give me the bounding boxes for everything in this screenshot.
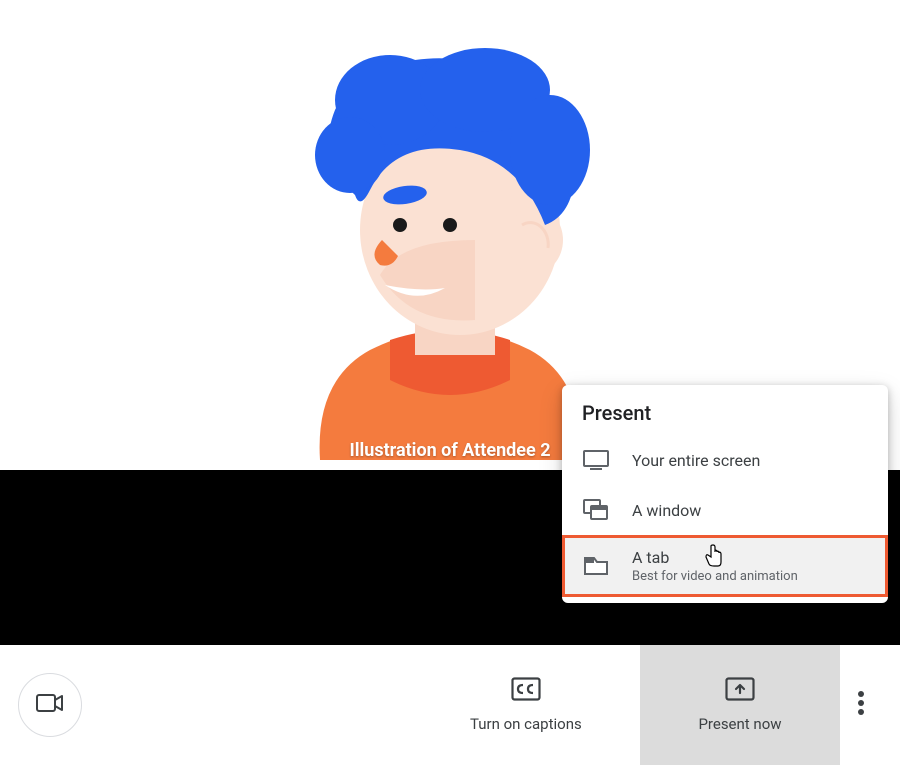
- video-camera-icon: [36, 693, 64, 717]
- present-option-window[interactable]: A window: [562, 485, 888, 535]
- monitor-icon: [582, 448, 610, 472]
- present-menu-title: Present: [562, 401, 888, 435]
- more-options-button[interactable]: [847, 680, 875, 730]
- present-option-label: A window: [632, 501, 701, 520]
- cursor-pointer-icon: [704, 544, 724, 572]
- tab-icon: [582, 554, 610, 578]
- closed-captions-icon: [511, 677, 541, 705]
- present-option-label: Your entire screen: [632, 451, 760, 470]
- present-screen-icon: [725, 677, 755, 705]
- present-now-button[interactable]: Present now: [640, 645, 840, 765]
- present-menu: Present Your entire screen A window: [562, 385, 888, 603]
- present-option-tab[interactable]: A tab Best for video and animation: [562, 535, 888, 597]
- bottom-toolbar: Turn on captions Present now: [0, 645, 900, 765]
- window-icon: [582, 498, 610, 522]
- more-vertical-icon: [857, 701, 865, 720]
- captions-label: Turn on captions: [470, 715, 582, 733]
- avatar-caption: Illustration of Attendee 2: [349, 440, 550, 461]
- present-option-entire-screen[interactable]: Your entire screen: [562, 435, 888, 485]
- camera-toggle-button[interactable]: [18, 673, 82, 737]
- present-now-label: Present now: [698, 715, 781, 733]
- captions-button[interactable]: Turn on captions: [440, 645, 612, 765]
